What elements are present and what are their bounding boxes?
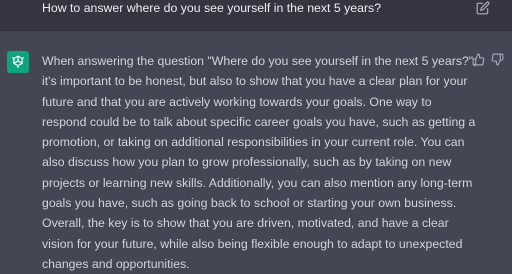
user-message-text: How to answer where do you see yourself … <box>42 1 382 15</box>
chatgpt-logo-icon <box>7 51 29 73</box>
feedback-buttons <box>472 53 504 66</box>
edit-icon[interactable] <box>476 1 490 15</box>
user-message-row: How to answer where do you see yourself … <box>0 0 512 31</box>
thumbs-up-icon[interactable] <box>472 53 485 66</box>
thumbs-down-icon[interactable] <box>491 53 504 66</box>
assistant-message-row: When answering the question "Where do yo… <box>0 31 512 271</box>
assistant-message-text: When answering the question "Where do yo… <box>42 54 477 271</box>
